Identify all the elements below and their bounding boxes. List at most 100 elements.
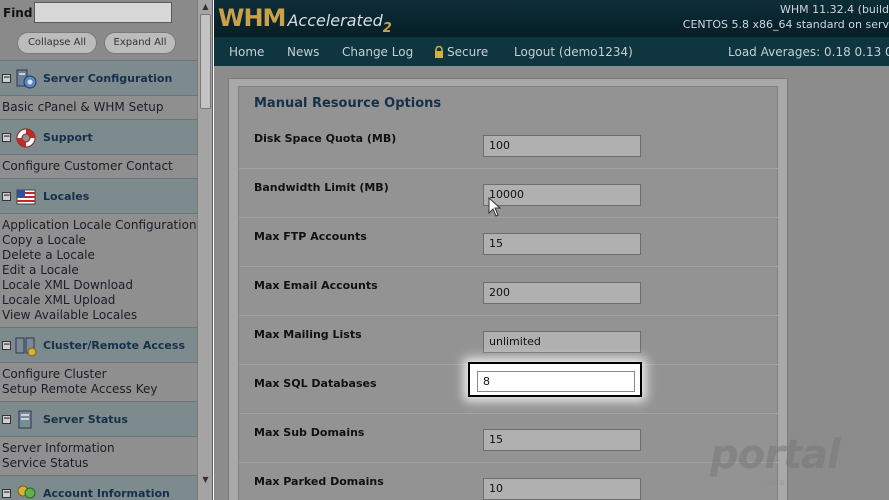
form-row: Disk Space Quota (MB) 100 xyxy=(239,120,779,169)
section-locales[interactable]: − Locales xyxy=(0,178,197,214)
sidebar-scroll-area: Find Collapse All Expand All − Server Co… xyxy=(0,0,197,500)
version-info: WHM 11.32.4 (build xyxy=(780,3,889,16)
form-row: Max Parked Domains 10 xyxy=(239,463,779,500)
nav-change-log[interactable]: Change Log xyxy=(342,45,413,59)
section-support[interactable]: − Support xyxy=(0,119,197,155)
max-ftp-accounts-input[interactable]: 15 xyxy=(483,233,641,255)
logo-whm: WHM xyxy=(218,4,286,32)
section-server-configuration[interactable]: − Server Configuration xyxy=(0,60,197,96)
field-label: Max Parked Domains xyxy=(254,475,384,488)
app-header: WHM Accelerated2 WHM 11.32.4 (build CENTO… xyxy=(214,0,889,37)
load-averages: Load Averages: 0.18 0.13 0 xyxy=(728,45,889,59)
nav-logout[interactable]: Logout (demo1234) xyxy=(514,45,633,59)
flag-icon xyxy=(16,189,36,205)
sidebar: Find Collapse All Expand All − Server Co… xyxy=(0,0,213,500)
find-bar: Find Collapse All Expand All xyxy=(0,0,197,60)
sidebar-link-configure-cluster[interactable]: Configure Cluster xyxy=(2,367,197,382)
section-title: Server Status xyxy=(43,413,128,426)
collapse-toggle-icon[interactable]: − xyxy=(2,489,11,498)
top-navbar: Home News Change Log Secure Logout (demo… xyxy=(214,37,889,66)
sidebar-link-view-locales[interactable]: View Available Locales xyxy=(2,308,197,323)
resource-options-form: Manual Resource Options Disk Space Quota… xyxy=(238,86,779,500)
section-title: Account Information xyxy=(43,487,170,500)
nav-home[interactable]: Home xyxy=(229,45,264,59)
lock-icon xyxy=(435,46,443,58)
collapse-toggle-icon[interactable]: − xyxy=(2,133,11,142)
section-links: Server Information Service Status xyxy=(0,437,197,475)
sidebar-link-copy-locale[interactable]: Copy a Locale xyxy=(2,233,197,248)
field-label: Max Mailing Lists xyxy=(254,328,362,341)
section-server-status[interactable]: − Server Status xyxy=(0,401,197,437)
collapse-toggle-icon[interactable]: − xyxy=(2,341,11,350)
find-input[interactable] xyxy=(34,2,172,23)
field-label: Max Email Accounts xyxy=(254,279,378,292)
sidebar-link-service-status[interactable]: Service Status xyxy=(2,456,197,471)
server-status-icon xyxy=(18,410,32,429)
form-row: Max Email Accounts 200 xyxy=(239,267,779,316)
resource-options-panel: Manual Resource Options Disk Space Quota… xyxy=(228,78,788,500)
max-sub-domains-input[interactable]: 15 xyxy=(483,429,641,451)
field-label: Bandwidth Limit (MB) xyxy=(254,181,389,194)
scroll-down-arrow-icon[interactable]: ▼ xyxy=(200,474,211,486)
section-links: Configure Cluster Setup Remote Access Ke… xyxy=(0,363,197,401)
sidebar-scrollbar[interactable]: ▲ ▼ xyxy=(197,0,212,500)
section-account-information[interactable]: − Account Information xyxy=(0,475,197,500)
field-label: Max FTP Accounts xyxy=(254,230,367,243)
lifebuoy-icon xyxy=(16,128,36,148)
nav-news[interactable]: News xyxy=(287,45,319,59)
max-sql-databases-input[interactable]: 8 xyxy=(477,371,635,392)
cluster-icon xyxy=(15,337,37,357)
account-info-icon xyxy=(17,485,36,499)
whm-logo[interactable]: WHM Accelerated2 xyxy=(218,4,392,36)
field-label: Max Sub Domains xyxy=(254,426,365,439)
sidebar-link-locale-xml-download[interactable]: Locale XML Download xyxy=(2,278,197,293)
bandwidth-limit-input[interactable]: 10000 xyxy=(483,184,641,206)
collapse-toggle-icon[interactable]: − xyxy=(2,415,11,424)
sidebar-link-locale-xml-upload[interactable]: Locale XML Upload xyxy=(2,293,197,308)
field-label: Max SQL Databases xyxy=(254,377,377,390)
collapse-toggle-icon[interactable]: − xyxy=(2,192,11,201)
section-title: Server Configuration xyxy=(43,72,173,85)
disk-quota-input[interactable]: 100 xyxy=(483,135,641,157)
sidebar-link-app-locale-config[interactable]: Application Locale Configuration xyxy=(2,218,197,233)
max-parked-domains-input[interactable]: 10 xyxy=(483,478,641,500)
section-links: Basic cPanel & WHM Setup xyxy=(0,96,197,119)
sidebar-link-server-information[interactable]: Server Information xyxy=(2,441,197,456)
form-row: Max Sub Domains 15 xyxy=(239,414,779,463)
sidebar-link-remote-access-key[interactable]: Setup Remote Access Key xyxy=(2,382,197,397)
find-label: Find xyxy=(3,6,33,20)
highlighted-field-frame: 8 xyxy=(468,362,642,397)
sidebar-link-customer-contact[interactable]: Configure Customer Contact xyxy=(2,159,197,174)
panel-title: Manual Resource Options xyxy=(254,96,442,111)
form-row: Max FTP Accounts 15 xyxy=(239,218,779,267)
sidebar-link-edit-locale[interactable]: Edit a Locale xyxy=(2,263,197,278)
os-info: CENTOS 5.8 x86_64 standard on serv xyxy=(682,18,889,31)
max-mailing-lists-input[interactable]: unlimited xyxy=(483,331,641,353)
scrollbar-thumb[interactable] xyxy=(200,14,211,109)
nav-secure-label: Secure xyxy=(447,45,489,59)
scroll-up-arrow-icon[interactable]: ▲ xyxy=(200,1,211,13)
server-config-icon xyxy=(16,69,37,89)
mouse-cursor-icon xyxy=(488,197,502,217)
section-links: Configure Customer Contact xyxy=(0,155,197,178)
form-row: Max Mailing Lists unlimited xyxy=(239,316,779,365)
section-cluster-remote-access[interactable]: − Cluster/Remote Access xyxy=(0,327,197,363)
whm-window: Find Collapse All Expand All − Server Co… xyxy=(0,0,889,500)
form-row: Bandwidth Limit (MB) 10000 xyxy=(239,169,779,218)
collapse-toggle-icon[interactable]: − xyxy=(2,74,11,83)
max-email-accounts-input[interactable]: 200 xyxy=(483,282,641,304)
field-label: Disk Space Quota (MB) xyxy=(254,132,397,145)
sidebar-link-delete-locale[interactable]: Delete a Locale xyxy=(2,248,197,263)
portal-watermark: portal web hosting xyxy=(710,432,860,492)
logo-accelerated: Accelerated xyxy=(287,11,383,30)
collapse-all-button[interactable]: Collapse All xyxy=(17,32,97,54)
sidebar-link-basic-setup[interactable]: Basic cPanel & WHM Setup xyxy=(2,100,197,115)
watermark-text: portal xyxy=(710,432,841,478)
expand-all-button[interactable]: Expand All xyxy=(104,32,176,54)
watermark-subtext: web hosting xyxy=(766,478,826,487)
section-title: Support xyxy=(43,131,93,144)
nav-secure[interactable]: Secure xyxy=(434,45,488,59)
section-title: Cluster/Remote Access xyxy=(43,339,185,352)
section-title: Locales xyxy=(43,190,90,203)
logo-two: 2 xyxy=(382,21,392,36)
